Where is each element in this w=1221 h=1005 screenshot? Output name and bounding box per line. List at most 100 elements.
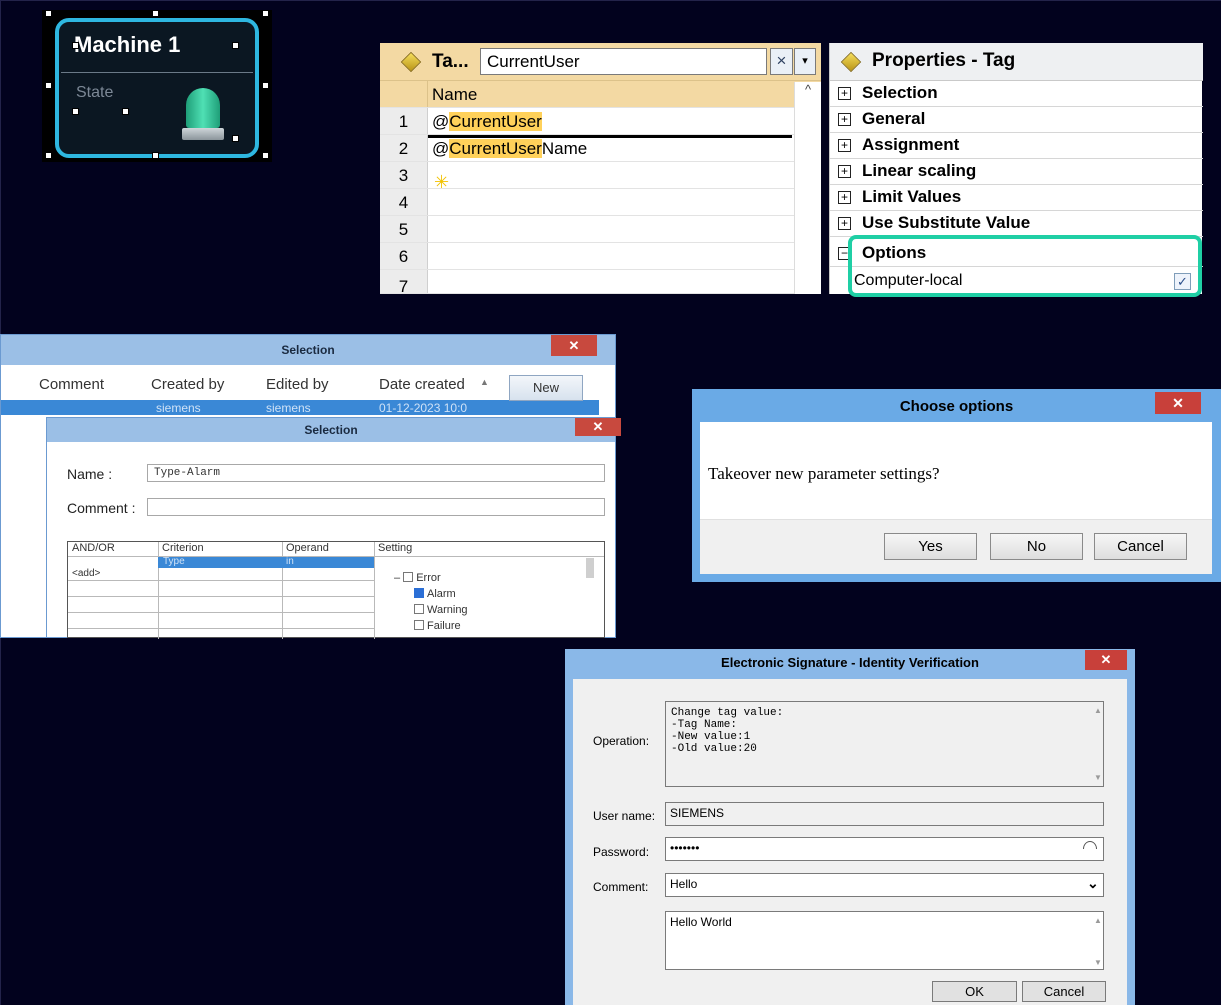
- selection-handle[interactable]: [262, 82, 269, 89]
- dialog-titlebar: Selection: [1, 335, 615, 365]
- scroll-down-icon[interactable]: ▼: [1094, 773, 1102, 782]
- expand-icon[interactable]: +: [838, 165, 851, 178]
- tree-item-failure[interactable]: Failure: [414, 620, 461, 632]
- tree-scrollbar[interactable]: [586, 558, 594, 578]
- comment-label: Comment :: [67, 500, 136, 516]
- selection-handle[interactable]: [262, 10, 269, 17]
- expand-icon[interactable]: +: [838, 87, 851, 100]
- close-icon[interactable]: ✕: [1085, 650, 1127, 670]
- comment-select[interactable]: Hello: [665, 873, 1104, 897]
- table-row[interactable]: 7: [380, 270, 821, 296]
- properties-header: Properties - Tag: [830, 43, 1203, 81]
- table-row[interactable]: siemens siemens 01-12-2023 10:0: [1, 400, 599, 415]
- expand-icon[interactable]: +: [838, 139, 851, 152]
- name-label: Name :: [67, 466, 113, 482]
- new-button[interactable]: New: [509, 375, 583, 401]
- selection-handle[interactable]: [232, 135, 239, 142]
- alarm-checkbox[interactable]: [414, 588, 424, 598]
- selection-handle[interactable]: [262, 152, 269, 159]
- property-group-assignment[interactable]: + Assignment: [830, 133, 1203, 159]
- comment-field[interactable]: [147, 498, 605, 516]
- clear-filter-icon[interactable]: ×: [770, 48, 793, 75]
- add-row-link[interactable]: <add>: [72, 568, 100, 582]
- machine-title: Machine 1: [74, 32, 181, 57]
- error-checkbox[interactable]: [403, 572, 414, 582]
- close-icon[interactable]: ✕: [575, 418, 621, 436]
- scroll-up-icon[interactable]: ▲: [1094, 706, 1102, 715]
- expand-icon[interactable]: +: [838, 113, 851, 126]
- operation-label: Operation:: [593, 734, 650, 748]
- cancel-button[interactable]: Cancel: [1094, 533, 1187, 560]
- property-group-selection[interactable]: + Selection: [830, 81, 1203, 107]
- yes-button[interactable]: Yes: [884, 533, 977, 560]
- column-name-header[interactable]: Name: [432, 81, 477, 108]
- password-field[interactable]: •••••••: [665, 837, 1104, 861]
- property-group-general[interactable]: + General: [830, 107, 1203, 133]
- table-row[interactable]: 6: [380, 243, 821, 270]
- chevron-down-icon[interactable]: ⌄: [1087, 875, 1099, 892]
- options-highlight-frame: [848, 235, 1202, 297]
- property-group-limit-values[interactable]: + Limit Values: [830, 185, 1203, 211]
- table-row[interactable]: 4: [380, 189, 821, 216]
- comment-textarea[interactable]: Hello World: [665, 911, 1104, 970]
- column-edited-by[interactable]: Edited by: [266, 376, 329, 393]
- scrollbar[interactable]: ^: [794, 82, 821, 294]
- chevron-down-icon[interactable]: ▾: [794, 48, 816, 75]
- choose-options-dialog: Choose options ✕ Takeover new parameter …: [692, 389, 1221, 582]
- expand-icon[interactable]: +: [838, 191, 851, 204]
- close-icon[interactable]: ✕: [1155, 392, 1201, 414]
- failure-checkbox[interactable]: [414, 620, 424, 630]
- tree-item-warning[interactable]: Warning: [414, 604, 468, 616]
- selection-handle[interactable]: [152, 152, 159, 159]
- selection-handle[interactable]: [152, 10, 159, 17]
- selection-handle[interactable]: [122, 108, 129, 115]
- dialog-title: Selection: [281, 343, 335, 357]
- selection-handle[interactable]: [45, 152, 52, 159]
- column-comment[interactable]: Comment: [39, 376, 104, 393]
- table-row-selected[interactable]: Type in: [158, 556, 374, 568]
- machine-state-label: State: [76, 84, 114, 101]
- tag-cube-icon: [840, 51, 862, 73]
- no-button[interactable]: No: [990, 533, 1083, 560]
- password-label: Password:: [593, 845, 650, 859]
- selection-handle[interactable]: [72, 42, 79, 49]
- add-row-icon[interactable]: ✳: [434, 172, 449, 193]
- column-created-by[interactable]: Created by: [151, 376, 224, 393]
- name-field[interactable]: Type-Alarm: [147, 464, 605, 482]
- header-criterion: Criterion: [162, 542, 204, 554]
- selection-handle[interactable]: [232, 42, 239, 49]
- scroll-up-icon[interactable]: ^: [805, 82, 811, 97]
- header-setting: Setting: [378, 542, 413, 554]
- dialog-title: Choose options: [899, 398, 1014, 415]
- electronic-signature-dialog: Electronic Signature - Identity Verifica…: [565, 649, 1135, 1005]
- property-group-linear-scaling[interactable]: + Linear scaling: [830, 159, 1203, 185]
- tag-cube-icon: [400, 51, 422, 73]
- table-row[interactable]: 5: [380, 216, 821, 243]
- tag-filter-input[interactable]: CurrentUser: [480, 48, 767, 75]
- dialog-titlebar: Selection: [47, 418, 615, 442]
- cancel-button[interactable]: Cancel: [1022, 981, 1106, 1002]
- tag-table-panel: Ta... CurrentUser × ▾ Name 1 @CurrentUse…: [380, 43, 821, 296]
- selection-handle[interactable]: [72, 108, 79, 115]
- close-icon[interactable]: ✕: [551, 335, 597, 356]
- ok-button[interactable]: OK: [932, 981, 1017, 1002]
- machine-widget[interactable]: Machine 1 State: [42, 10, 272, 162]
- tree-item-error[interactable]: – Error: [394, 572, 441, 584]
- scroll-up-icon[interactable]: ▲: [480, 377, 489, 387]
- table-row[interactable]: 2 @CurrentUserName: [380, 135, 821, 162]
- table-row[interactable]: 1 @CurrentUser: [380, 108, 821, 135]
- selection-handle[interactable]: [45, 10, 52, 17]
- username-field[interactable]: SIEMENS: [665, 802, 1104, 826]
- scroll-up-icon[interactable]: ▲: [1094, 916, 1102, 925]
- dialog-body: Takeover new parameter settings? Yes No …: [700, 422, 1212, 574]
- column-date-created[interactable]: Date created: [379, 376, 465, 393]
- property-group-substitute-value[interactable]: + Use Substitute Value: [830, 211, 1203, 237]
- expand-icon[interactable]: +: [838, 217, 851, 230]
- comment-label: Comment:: [593, 880, 649, 894]
- scroll-down-icon[interactable]: ▼: [1094, 958, 1102, 967]
- tag-name-cell[interactable]: @CurrentUser: [432, 108, 542, 135]
- tag-name-cell[interactable]: @CurrentUserName: [432, 135, 587, 162]
- warning-checkbox[interactable]: [414, 604, 424, 614]
- tree-item-alarm[interactable]: Alarm: [414, 588, 456, 600]
- selection-handle[interactable]: [45, 82, 52, 89]
